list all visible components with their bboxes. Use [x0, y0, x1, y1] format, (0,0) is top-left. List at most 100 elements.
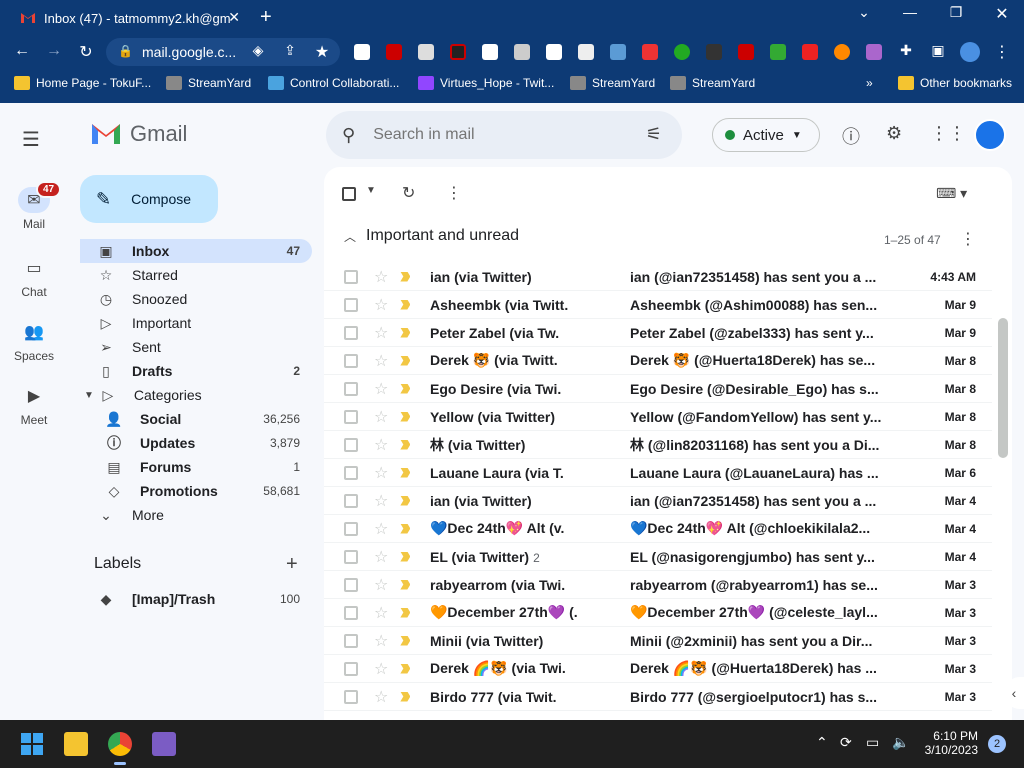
extension-icon[interactable]	[546, 44, 562, 60]
star-icon[interactable]: ☆	[374, 323, 388, 343]
important-marker-icon[interactable]	[400, 439, 411, 450]
important-marker-icon[interactable]	[400, 607, 411, 618]
restore-icon[interactable]: ❐	[936, 4, 976, 21]
row-checkbox[interactable]	[344, 549, 358, 564]
table-row[interactable]: ☆ ian (via Twitter) ian (@ian72351458) has…	[324, 263, 992, 291]
bookmark-item[interactable]: Home Page - TokuF...	[14, 76, 151, 90]
nav-updates[interactable]: ⓘ Updates 3,879	[80, 431, 312, 455]
star-icon[interactable]: ☆	[374, 547, 388, 567]
account-avatar[interactable]	[974, 119, 1006, 151]
extension-icon[interactable]	[482, 44, 498, 60]
row-checkbox[interactable]	[344, 269, 358, 284]
star-icon[interactable]: ☆	[374, 519, 388, 539]
important-marker-icon[interactable]	[400, 299, 411, 310]
apps-grid-icon[interactable]: ⋮⋮	[930, 123, 966, 144]
settings-gear-icon[interactable]: ⚙	[886, 123, 902, 144]
star-icon[interactable]: ☆	[374, 351, 388, 371]
table-row[interactable]: ☆ rabyearrom (via Twi. rabyearrom (@rabyea…	[324, 571, 992, 599]
extension-icon[interactable]	[866, 44, 882, 60]
star-icon[interactable]: ☆	[374, 379, 388, 399]
table-row[interactable]: ☆ Yellow (via Twitter) Yellow (@FandomYell…	[324, 403, 992, 431]
star-icon[interactable]: ☆	[374, 687, 388, 707]
extension-icon[interactable]	[770, 44, 786, 60]
star-icon[interactable]: ☆	[374, 603, 388, 623]
side-panel-icon[interactable]: ▣	[926, 42, 950, 59]
bookmark-item[interactable]: Control Collaborati...	[268, 76, 399, 90]
nav-promotions[interactable]: ◇ Promotions 58,681	[80, 479, 312, 503]
extensions-puzzle-icon[interactable]: ✚	[894, 42, 918, 59]
lens-icon[interactable]: ◈	[246, 42, 270, 59]
extension-icon[interactable]	[610, 44, 626, 60]
new-tab-icon[interactable]: +	[260, 6, 272, 29]
minimize-icon[interactable]: —	[890, 4, 930, 20]
more-actions-icon[interactable]: ⋮	[446, 183, 462, 203]
input-tools-icon[interactable]: ⌨ ▾	[936, 185, 967, 202]
extension-icon[interactable]	[418, 44, 434, 60]
extension-icon[interactable]	[834, 44, 850, 60]
row-checkbox[interactable]	[344, 521, 358, 536]
tray-overflow-icon[interactable]: ⌃	[816, 734, 828, 751]
bookmarks-overflow-icon[interactable]: »	[866, 76, 873, 90]
important-marker-icon[interactable]	[400, 327, 411, 338]
search-options-icon[interactable]: ⚟	[646, 124, 662, 145]
important-marker-icon[interactable]	[400, 411, 411, 422]
section-header[interactable]: ︿ Important and unread	[344, 227, 519, 245]
row-checkbox[interactable]	[344, 297, 358, 312]
nav-drafts[interactable]: ▯ Drafts 2	[80, 359, 312, 383]
tab-search-icon[interactable]: ⌄	[844, 4, 884, 21]
extension-icon[interactable]	[738, 44, 754, 60]
row-checkbox[interactable]	[344, 661, 358, 676]
table-row[interactable]: ☆ 林 (via Twitter) 林 (@lin82031168) has sen…	[324, 431, 992, 459]
table-row[interactable]: ☆ Peter Zabel (via Tw. Peter Zabel (@zabel…	[324, 319, 992, 347]
nav-snoozed[interactable]: ◷ Snoozed	[80, 287, 312, 311]
reload-icon[interactable]: ↻	[74, 42, 98, 62]
visual-studio-icon[interactable]	[152, 732, 176, 756]
rail-spaces[interactable]: 👥 Spaces	[0, 319, 68, 363]
important-marker-icon[interactable]	[400, 579, 411, 590]
extension-icon[interactable]	[674, 44, 690, 60]
table-row[interactable]: ☆ Derek 🌈🐯 (via Twi. Derek 🌈🐯 (@Huerta18De…	[324, 655, 992, 683]
row-checkbox[interactable]	[344, 689, 358, 704]
extension-icon[interactable]	[578, 44, 594, 60]
add-label-icon[interactable]: +	[286, 553, 298, 576]
table-row[interactable]: ☆ EL (via Twitter) 2 EL (@nasigorengjumbo) …	[324, 543, 992, 571]
other-bookmarks[interactable]: Other bookmarks	[898, 76, 1012, 90]
important-marker-icon[interactable]	[400, 467, 411, 478]
star-icon[interactable]: ☆	[374, 463, 388, 483]
extension-icon[interactable]	[386, 44, 402, 60]
gmail-logo[interactable]: Gmail	[90, 121, 187, 147]
nav-inbox[interactable]: ▣ Inbox 47	[80, 239, 312, 263]
table-row[interactable]: ☆ 🧡December 27th💜 (. 🧡December 27th💜 (@cel…	[324, 599, 992, 627]
nav-forums[interactable]: ▤ Forums 1	[80, 455, 312, 479]
nav-categories[interactable]: ▼ ▷ Categories	[80, 383, 312, 407]
chrome-icon[interactable]	[108, 732, 132, 756]
close-window-icon[interactable]: ✕	[982, 4, 1022, 24]
important-marker-icon[interactable]	[400, 355, 411, 366]
forward-icon[interactable]: →	[42, 42, 66, 60]
bookmark-item[interactable]: StreamYard	[166, 76, 251, 90]
row-checkbox[interactable]	[344, 409, 358, 424]
row-checkbox[interactable]	[344, 437, 358, 452]
table-row[interactable]: ☆ 💙Dec 24th💖 Alt (v. 💙Dec 24th💖 Alt (@chlo…	[324, 515, 992, 543]
row-checkbox[interactable]	[344, 493, 358, 508]
search-bar[interactable]: ⚲ ⚟	[326, 111, 682, 159]
nav-important[interactable]: ▷ Important	[80, 311, 312, 335]
star-icon[interactable]: ☆	[374, 407, 388, 427]
star-icon[interactable]: ☆	[374, 295, 388, 315]
sync-icon[interactable]: ⟳	[840, 734, 852, 751]
extension-icon[interactable]	[706, 44, 722, 60]
important-marker-icon[interactable]	[400, 495, 411, 506]
clock[interactable]: 6:10 PM 3/10/2023	[922, 729, 978, 757]
bookmark-item[interactable]: StreamYard	[570, 76, 655, 90]
important-marker-icon[interactable]	[400, 551, 411, 562]
important-marker-icon[interactable]	[400, 691, 411, 702]
extension-icon[interactable]	[354, 44, 370, 60]
row-checkbox[interactable]	[344, 633, 358, 648]
nav-social[interactable]: 👤 Social 36,256	[80, 407, 312, 431]
rail-chat[interactable]: ▭ Chat	[0, 255, 68, 299]
extension-icon[interactable]	[514, 44, 530, 60]
row-checkbox[interactable]	[344, 577, 358, 592]
nav-sent[interactable]: ➢ Sent	[80, 335, 312, 359]
row-checkbox[interactable]	[344, 381, 358, 396]
menu-kebab-icon[interactable]: ⋮	[990, 42, 1014, 62]
